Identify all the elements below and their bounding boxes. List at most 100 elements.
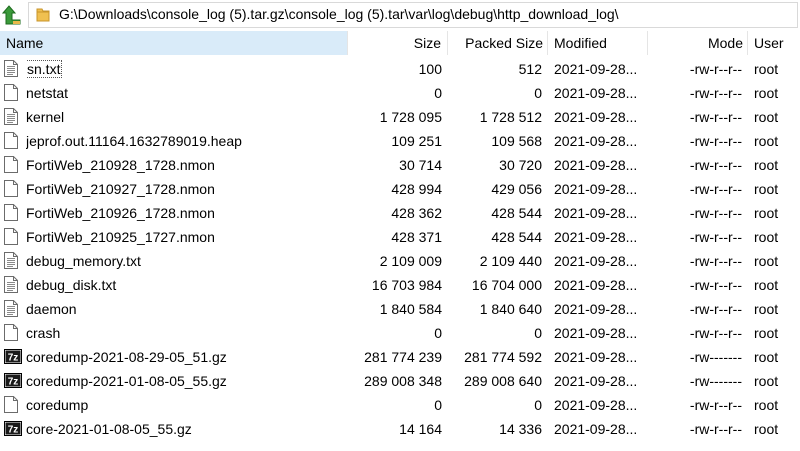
up-folder-button[interactable] [1, 4, 22, 26]
file-modified: 2021-09-28... [554, 181, 638, 197]
file-modified: 2021-09-28... [554, 421, 638, 437]
file-mode: -rw-r--r-- [689, 181, 742, 197]
text-file-icon [4, 249, 22, 273]
7z-archive-icon: 7z [4, 417, 22, 441]
file-user: root [754, 157, 779, 173]
file-packed-size: 428 544 [491, 205, 542, 221]
file-row[interactable]: FortiWeb_210928_1728.nmon 30 714 30 720 202… [0, 153, 800, 177]
file-name: coredump-2021-08-29-05_51.gz [26, 349, 227, 365]
file-row[interactable]: debug_memory.txt 2 109 009 2 109 440 2021-0… [0, 249, 800, 273]
file-mode: -rw-r--r-- [689, 397, 742, 413]
file-packed-size: 281 774 592 [464, 349, 542, 365]
text-file-icon [4, 297, 22, 321]
blank-file-icon [4, 201, 22, 225]
file-mode: -rw-r--r-- [689, 421, 742, 437]
blank-file-icon [4, 177, 22, 201]
file-size: 30 714 [399, 157, 442, 173]
file-name: daemon [26, 301, 77, 317]
file-packed-size: 0 [534, 85, 542, 101]
file-row[interactable]: daemon 1 840 584 1 840 640 2021-09-28... -rw… [0, 297, 800, 321]
file-size: 428 994 [391, 181, 442, 197]
file-row[interactable]: coredump 0 0 2021-09-28... -rw-r--r-- root [0, 393, 800, 417]
file-modified: 2021-09-28... [554, 157, 638, 173]
file-packed-size: 1 840 640 [479, 301, 542, 317]
path-field[interactable]: G:\Downloads\console_log (5).tar.gz\cons… [28, 2, 798, 28]
file-row[interactable]: 7z core-2021-01-08-05_55.gz 14 164 14 336 20… [0, 417, 800, 441]
file-modified: 2021-09-28... [554, 253, 638, 269]
blank-file-icon [4, 153, 22, 177]
file-size: 281 774 239 [364, 349, 442, 365]
file-row[interactable]: sn.txt 100 512 2021-09-28... -rw-r--r-- root [0, 57, 800, 81]
file-name: FortiWeb_210927_1728.nmon [26, 181, 215, 197]
file-row[interactable]: FortiWeb_210927_1728.nmon 428 994 429 056 2… [0, 177, 800, 201]
column-user[interactable]: User [748, 31, 800, 55]
file-user: root [754, 205, 779, 221]
file-mode: -rw-r--r-- [689, 157, 742, 173]
up-arrow-icon [1, 5, 21, 25]
file-row[interactable]: kernel 1 728 095 1 728 512 2021-09-28... -rw… [0, 105, 800, 129]
file-row[interactable]: crash 0 0 2021-09-28... -rw-r--r-- root [0, 321, 800, 345]
file-name: crash [26, 325, 61, 341]
file-packed-size: 0 [534, 397, 542, 413]
file-name: debug_memory.txt [26, 253, 141, 269]
file-row[interactable]: FortiWeb_210926_1728.nmon 428 362 428 544 2… [0, 201, 800, 225]
file-row[interactable]: netstat 0 0 2021-09-28... -rw-r--r-- root [0, 81, 800, 105]
file-size: 1 840 584 [379, 301, 442, 317]
file-modified: 2021-09-28... [554, 397, 638, 413]
file-user: root [754, 181, 779, 197]
svg-text:7z: 7z [8, 353, 19, 364]
column-packed-size[interactable]: Packed Size [448, 31, 548, 55]
file-user: root [754, 397, 779, 413]
file-name: FortiWeb_210926_1728.nmon [26, 205, 215, 221]
file-user: root [754, 109, 779, 125]
7z-archive-icon: 7z [4, 369, 22, 393]
svg-text:7z: 7z [8, 377, 19, 388]
file-packed-size: 109 568 [491, 133, 542, 149]
column-mode[interactable]: Mode [648, 31, 748, 55]
blank-file-icon [4, 393, 22, 417]
file-mode: -rw------- [689, 349, 742, 365]
file-row[interactable]: 7z coredump-2021-08-29-05_51.gz 281 774 23… [0, 345, 800, 369]
file-user: root [754, 85, 779, 101]
blank-file-icon [4, 81, 22, 105]
file-mode: -rw-r--r-- [689, 325, 742, 341]
text-file-icon [4, 105, 22, 129]
file-row[interactable]: 7z coredump-2021-01-08-05_55.gz 289 008 34… [0, 369, 800, 393]
file-row[interactable]: FortiWeb_210925_1727.nmon 428 371 428 544 2… [0, 225, 800, 249]
file-size: 16 703 984 [371, 277, 442, 293]
file-user: root [754, 325, 779, 341]
file-packed-size: 289 008 640 [464, 373, 542, 389]
file-name: FortiWeb_210928_1728.nmon [26, 157, 215, 173]
file-mode: -rw-r--r-- [689, 277, 742, 293]
file-modified: 2021-09-28... [554, 229, 638, 245]
file-packed-size: 1 728 512 [479, 109, 542, 125]
file-name: sn.txt [26, 60, 63, 78]
file-size: 428 371 [391, 229, 442, 245]
file-user: root [754, 277, 779, 293]
file-row[interactable]: debug_disk.txt 16 703 984 16 704 000 2021-0… [0, 273, 800, 297]
address-bar: G:\Downloads\console_log (5).tar.gz\cons… [0, 0, 800, 30]
file-user: root [754, 349, 779, 365]
file-user: root [754, 229, 779, 245]
file-size: 0 [434, 85, 442, 101]
file-modified: 2021-09-28... [554, 277, 638, 293]
file-user: root [754, 133, 779, 149]
file-mode: -rw-r--r-- [689, 301, 742, 317]
file-modified: 2021-09-28... [554, 373, 638, 389]
file-name: core-2021-01-08-05_55.gz [26, 421, 192, 437]
file-mode: -rw-r--r-- [689, 61, 742, 77]
file-user: root [754, 421, 779, 437]
column-modified[interactable]: Modified [548, 31, 648, 55]
file-modified: 2021-09-28... [554, 205, 638, 221]
file-mode: -rw-r--r-- [689, 205, 742, 221]
column-size[interactable]: Size [348, 31, 448, 55]
column-name[interactable]: Name [0, 31, 348, 55]
file-row[interactable]: jeprof.out.11164.1632789019.heap 109 251 1… [0, 129, 800, 153]
file-modified: 2021-09-28... [554, 61, 638, 77]
file-user: root [754, 61, 779, 77]
folder-icon [36, 8, 50, 22]
file-packed-size: 16 704 000 [471, 277, 542, 293]
path-text: G:\Downloads\console_log (5).tar.gz\cons… [59, 6, 619, 22]
file-size: 289 008 348 [364, 373, 442, 389]
file-modified: 2021-09-28... [554, 133, 638, 149]
